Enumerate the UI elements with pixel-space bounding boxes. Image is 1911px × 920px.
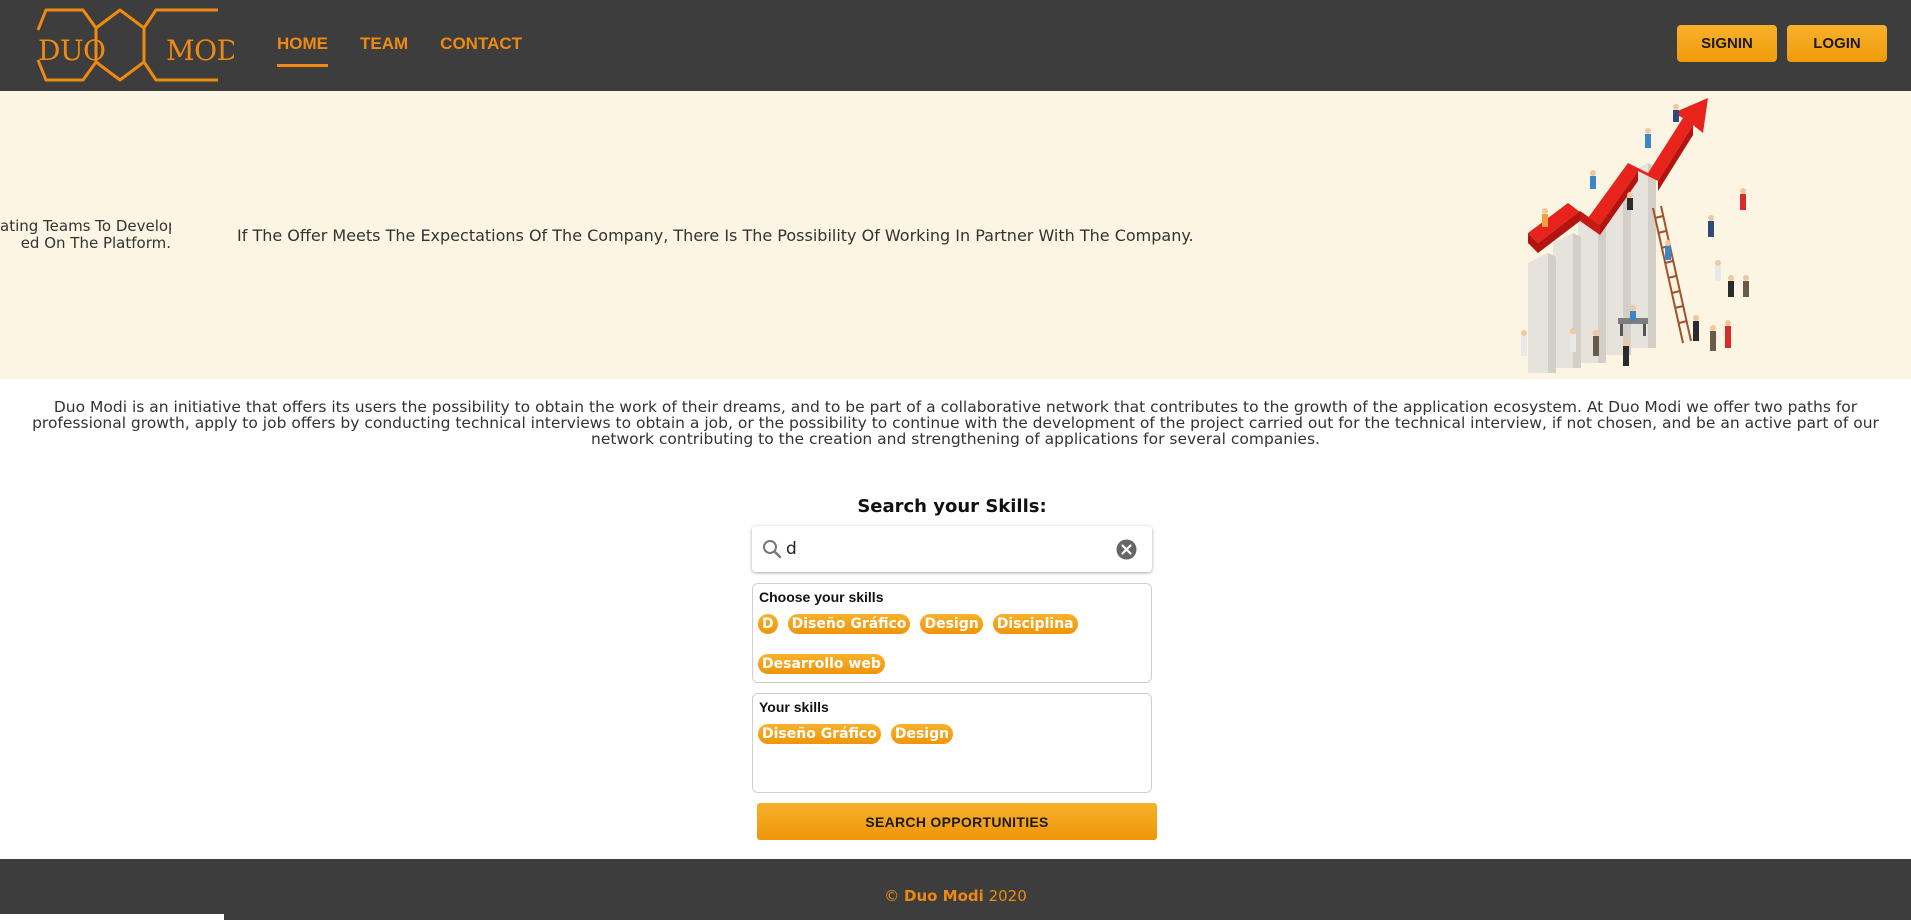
skill-chip[interactable]: Diseño Gráfico — [787, 614, 911, 634]
main-nav: HOME TEAM CONTACT — [277, 34, 554, 67]
your-skills-title: Your skills — [759, 699, 829, 715]
duo-modi-logo[interactable]: DUO MODI — [36, 8, 240, 82]
choose-skills-panel: Choose your skills D Diseño Gráfico Desi… — [752, 583, 1152, 683]
your-skills-chips: Diseño Gráfico Design — [758, 724, 1148, 764]
previous-slide-line: ed On The Platform. — [20, 234, 171, 252]
logo-text-left: DUO — [38, 34, 106, 67]
search-opportunities-button[interactable]: SEARCH OPPORTUNITIES — [757, 803, 1157, 840]
footer-brand: Duo Modi — [904, 887, 984, 905]
skill-chip[interactable]: D — [758, 614, 778, 634]
selected-skill-chip[interactable]: Diseño Gráfico — [758, 724, 881, 744]
clear-circle-icon[interactable] — [1116, 539, 1137, 560]
skill-chip[interactable]: Design — [920, 614, 983, 634]
login-button[interactable]: LOGIN — [1787, 25, 1887, 62]
copyright-symbol: © — [884, 887, 900, 905]
search-skills-title: Search your Skills: — [857, 496, 1047, 517]
choose-skills-title: Choose your skills — [759, 589, 884, 605]
footer: © Duo Modi 2020 — [0, 859, 1911, 920]
your-skills-panel: Your skills Diseño Gráfico Design — [752, 693, 1152, 793]
previous-slide-text: ating Teams To Develop ed On The Platfor… — [0, 218, 171, 252]
selected-skill-chip[interactable]: Design — [890, 724, 954, 744]
choose-skills-chips: D Diseño Gráfico Design Disciplina Desar… — [758, 614, 1148, 694]
previous-slide-line: ating Teams To Develop — [0, 218, 171, 235]
footer-copyright: © Duo Modi 2020 — [0, 887, 1911, 905]
skill-chip[interactable]: Desarrollo web — [758, 654, 885, 674]
hero-carousel: ating Teams To Develop ed On The Platfor… — [0, 91, 1911, 379]
footer-year: 2020 — [988, 887, 1027, 905]
skill-search-input[interactable] — [786, 534, 1086, 564]
skill-search-bar — [752, 526, 1152, 572]
top-navbar: DUO MODI HOME TEAM CONTACT SIGNIN LOGIN — [0, 0, 1911, 91]
hero-slide-text: If The Offer Meets The Expectations Of T… — [237, 226, 1194, 245]
skill-chip[interactable]: Disciplina — [992, 614, 1078, 634]
logo-text-right: MODI — [166, 34, 234, 67]
about-description: Duo Modi is an initiative that offers it… — [32, 398, 1879, 448]
nav-team[interactable]: TEAM — [360, 34, 408, 54]
footer-overlay-strip — [0, 914, 224, 920]
nav-home[interactable]: HOME — [277, 34, 328, 67]
nav-contact[interactable]: CONTACT — [440, 34, 522, 54]
signin-button[interactable]: SIGNIN — [1677, 25, 1777, 62]
growth-arrow-people-illustration — [1521, 98, 1749, 373]
search-icon — [763, 540, 782, 559]
